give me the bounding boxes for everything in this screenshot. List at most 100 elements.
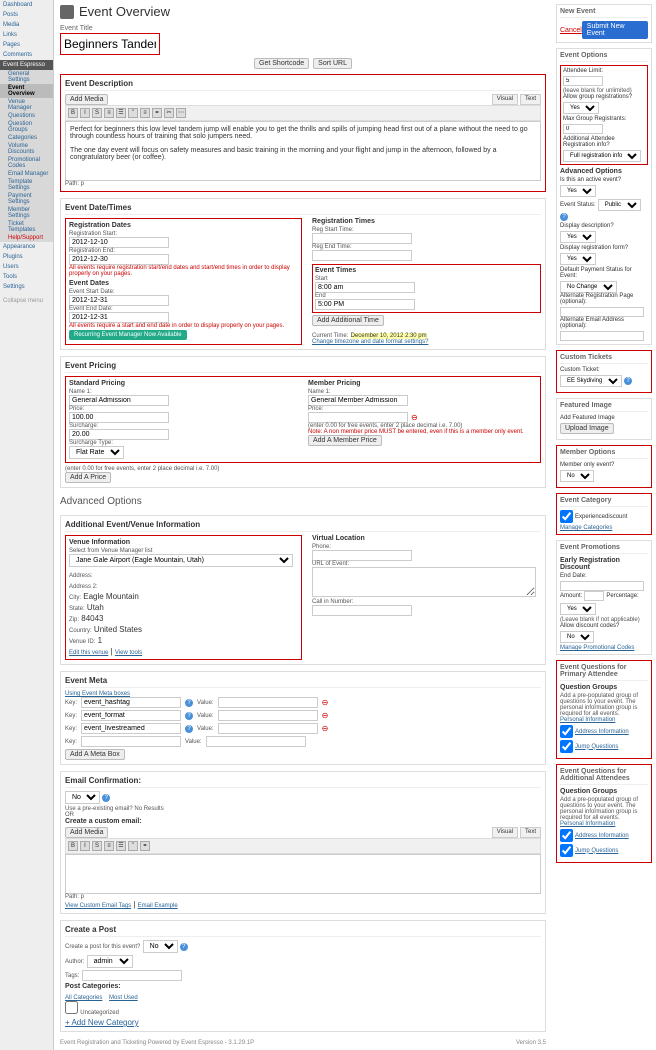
reg-end-input[interactable] <box>69 254 169 265</box>
mem-name-input[interactable] <box>308 395 408 406</box>
add-meta-button[interactable]: Add A Meta Box <box>65 749 125 760</box>
tags-input[interactable] <box>82 970 182 981</box>
nav-media[interactable]: Media <box>0 20 53 30</box>
subnav-email[interactable]: Email Manager <box>0 170 53 178</box>
status-select[interactable]: Public <box>598 199 641 211</box>
surcharge-input[interactable] <box>69 429 169 440</box>
subnav-volume[interactable]: Volume Discounts <box>0 142 53 156</box>
subnav-promo[interactable]: Promotional Codes <box>0 156 53 170</box>
personal-info-link[interactable]: Personal Information <box>560 717 648 723</box>
help-icon[interactable]: ? <box>185 725 193 733</box>
view-guide-link[interactable]: View tools <box>115 650 142 656</box>
italic-icon[interactable]: I <box>80 841 90 851</box>
subnav-questions[interactable]: Questions <box>0 112 53 120</box>
subnav-payment[interactable]: Payment Settings <box>0 192 53 206</box>
addl-personal-link[interactable]: Personal Information <box>560 821 648 827</box>
reg-end-time-input[interactable] <box>312 250 412 261</box>
address-q-link[interactable]: Address Information <box>575 729 629 735</box>
delete-meta-icon[interactable]: ⊖ <box>322 711 329 720</box>
subnav-member[interactable]: Member Settings <box>0 206 53 220</box>
add-member-price-button[interactable]: Add A Member Price <box>308 435 382 446</box>
allow-codes-select[interactable]: No <box>560 631 594 643</box>
author-select[interactable]: admin <box>87 955 133 968</box>
addl-address-link[interactable]: Address Information <box>575 833 629 839</box>
phone-input[interactable] <box>312 550 412 561</box>
manage-promo-link[interactable]: Manage Promotional Codes <box>560 645 648 651</box>
nav-links[interactable]: Links <box>0 30 53 40</box>
submit-event-button[interactable]: Submit New Event <box>582 21 648 39</box>
ticket-select[interactable]: EE Skydiving <box>560 375 622 387</box>
help-icon[interactable]: ? <box>102 794 110 802</box>
nav-settings[interactable]: Settings <box>0 282 53 292</box>
recurring-button[interactable]: Recurring Event Manager Now Available <box>69 330 187 340</box>
std-price-input[interactable] <box>69 412 169 423</box>
help-icon[interactable]: ? <box>560 213 568 221</box>
addl-reg-select[interactable]: Full registration information <box>563 150 641 162</box>
email-example-link[interactable]: Email Example <box>138 903 178 909</box>
timezone-link[interactable]: Change timezone and date format settings… <box>312 339 541 345</box>
cat-checkbox[interactable] <box>560 510 573 523</box>
display-regform-select[interactable]: Yes <box>560 253 596 265</box>
help-icon[interactable]: ? <box>180 943 188 951</box>
nav-pages[interactable]: Pages <box>0 40 53 50</box>
add-new-cat-link[interactable]: + Add New Category <box>65 1018 541 1027</box>
link-icon[interactable]: ⚭ <box>140 841 150 851</box>
email-text-tab[interactable]: Text <box>520 827 541 838</box>
nav-dashboard[interactable]: Dashboard <box>0 0 53 10</box>
meta-key-0[interactable] <box>81 697 181 708</box>
get-shortcode-button[interactable]: Get Shortcode <box>254 58 309 69</box>
text-tab[interactable]: Text <box>520 94 541 105</box>
add-time-button[interactable]: Add Additional Time <box>312 315 384 326</box>
email-add-media[interactable]: Add Media <box>65 827 108 838</box>
meta-key-1[interactable] <box>81 710 181 721</box>
numlist-icon[interactable]: ☰ <box>116 841 126 851</box>
group-reg-select[interactable]: Yes <box>563 102 599 114</box>
delete-meta-icon[interactable]: ⊖ <box>322 724 329 733</box>
addl-jump-checkbox[interactable] <box>560 844 573 857</box>
visual-tab[interactable]: Visual <box>492 94 518 105</box>
strike-icon[interactable]: S <box>92 841 102 851</box>
meta-val-3[interactable] <box>206 736 306 747</box>
cancel-link[interactable]: Cancel <box>560 27 582 34</box>
meta-val-0[interactable] <box>218 697 318 708</box>
help-icon[interactable]: ? <box>185 712 193 720</box>
align-icon[interactable]: ≡ <box>140 108 150 118</box>
event-end-input[interactable] <box>69 312 169 323</box>
nav-posts[interactable]: Posts <box>0 10 53 20</box>
reg-start-time-input[interactable] <box>312 233 412 244</box>
help-icon[interactable]: ? <box>185 699 193 707</box>
quote-icon[interactable]: " <box>128 841 138 851</box>
subnav-template[interactable]: Template Settings <box>0 178 53 192</box>
subnav-help[interactable]: Help/Support <box>0 234 53 242</box>
mem-price-input[interactable] <box>308 412 408 423</box>
list-icon[interactable]: ≡ <box>104 108 114 118</box>
numlist-icon[interactable]: ☰ <box>116 108 126 118</box>
quote-icon[interactable]: " <box>128 108 138 118</box>
send-conf-select[interactable]: No <box>65 791 100 804</box>
member-only-select[interactable]: No <box>560 470 594 482</box>
bold-icon[interactable]: B <box>68 108 78 118</box>
max-group-input[interactable] <box>563 124 603 134</box>
view-tags-link[interactable]: View Custom Email Tags <box>65 903 131 909</box>
help-icon[interactable]: ? <box>624 377 632 385</box>
list-icon[interactable]: ≡ <box>104 841 114 851</box>
subnav-categories[interactable]: Categories <box>0 134 53 142</box>
display-desc-select[interactable]: Yes <box>560 231 596 243</box>
description-editor[interactable]: Perfect for beginners this low level tan… <box>65 121 541 181</box>
add-media-button[interactable]: Add Media <box>65 94 108 105</box>
upload-image-button[interactable]: Upload Image <box>560 423 614 434</box>
email-visual-tab[interactable]: Visual <box>492 827 518 838</box>
italic-icon[interactable]: I <box>80 108 90 118</box>
event-title-input[interactable] <box>60 33 160 55</box>
edit-venue-link[interactable]: Edit this venue <box>69 650 108 656</box>
url-input[interactable] <box>312 567 536 597</box>
addl-address-checkbox[interactable] <box>560 829 573 842</box>
amount-input[interactable] <box>584 591 604 601</box>
create-post-select[interactable]: No <box>143 940 178 953</box>
att-limit-input[interactable] <box>563 76 603 86</box>
default-payment-select[interactable]: No Change <box>560 281 617 293</box>
subnav-event-overview[interactable]: Event Overview <box>0 84 53 98</box>
end-time-input[interactable] <box>315 299 415 310</box>
jump-q-checkbox[interactable] <box>560 740 573 753</box>
std-name-input[interactable] <box>69 395 169 406</box>
